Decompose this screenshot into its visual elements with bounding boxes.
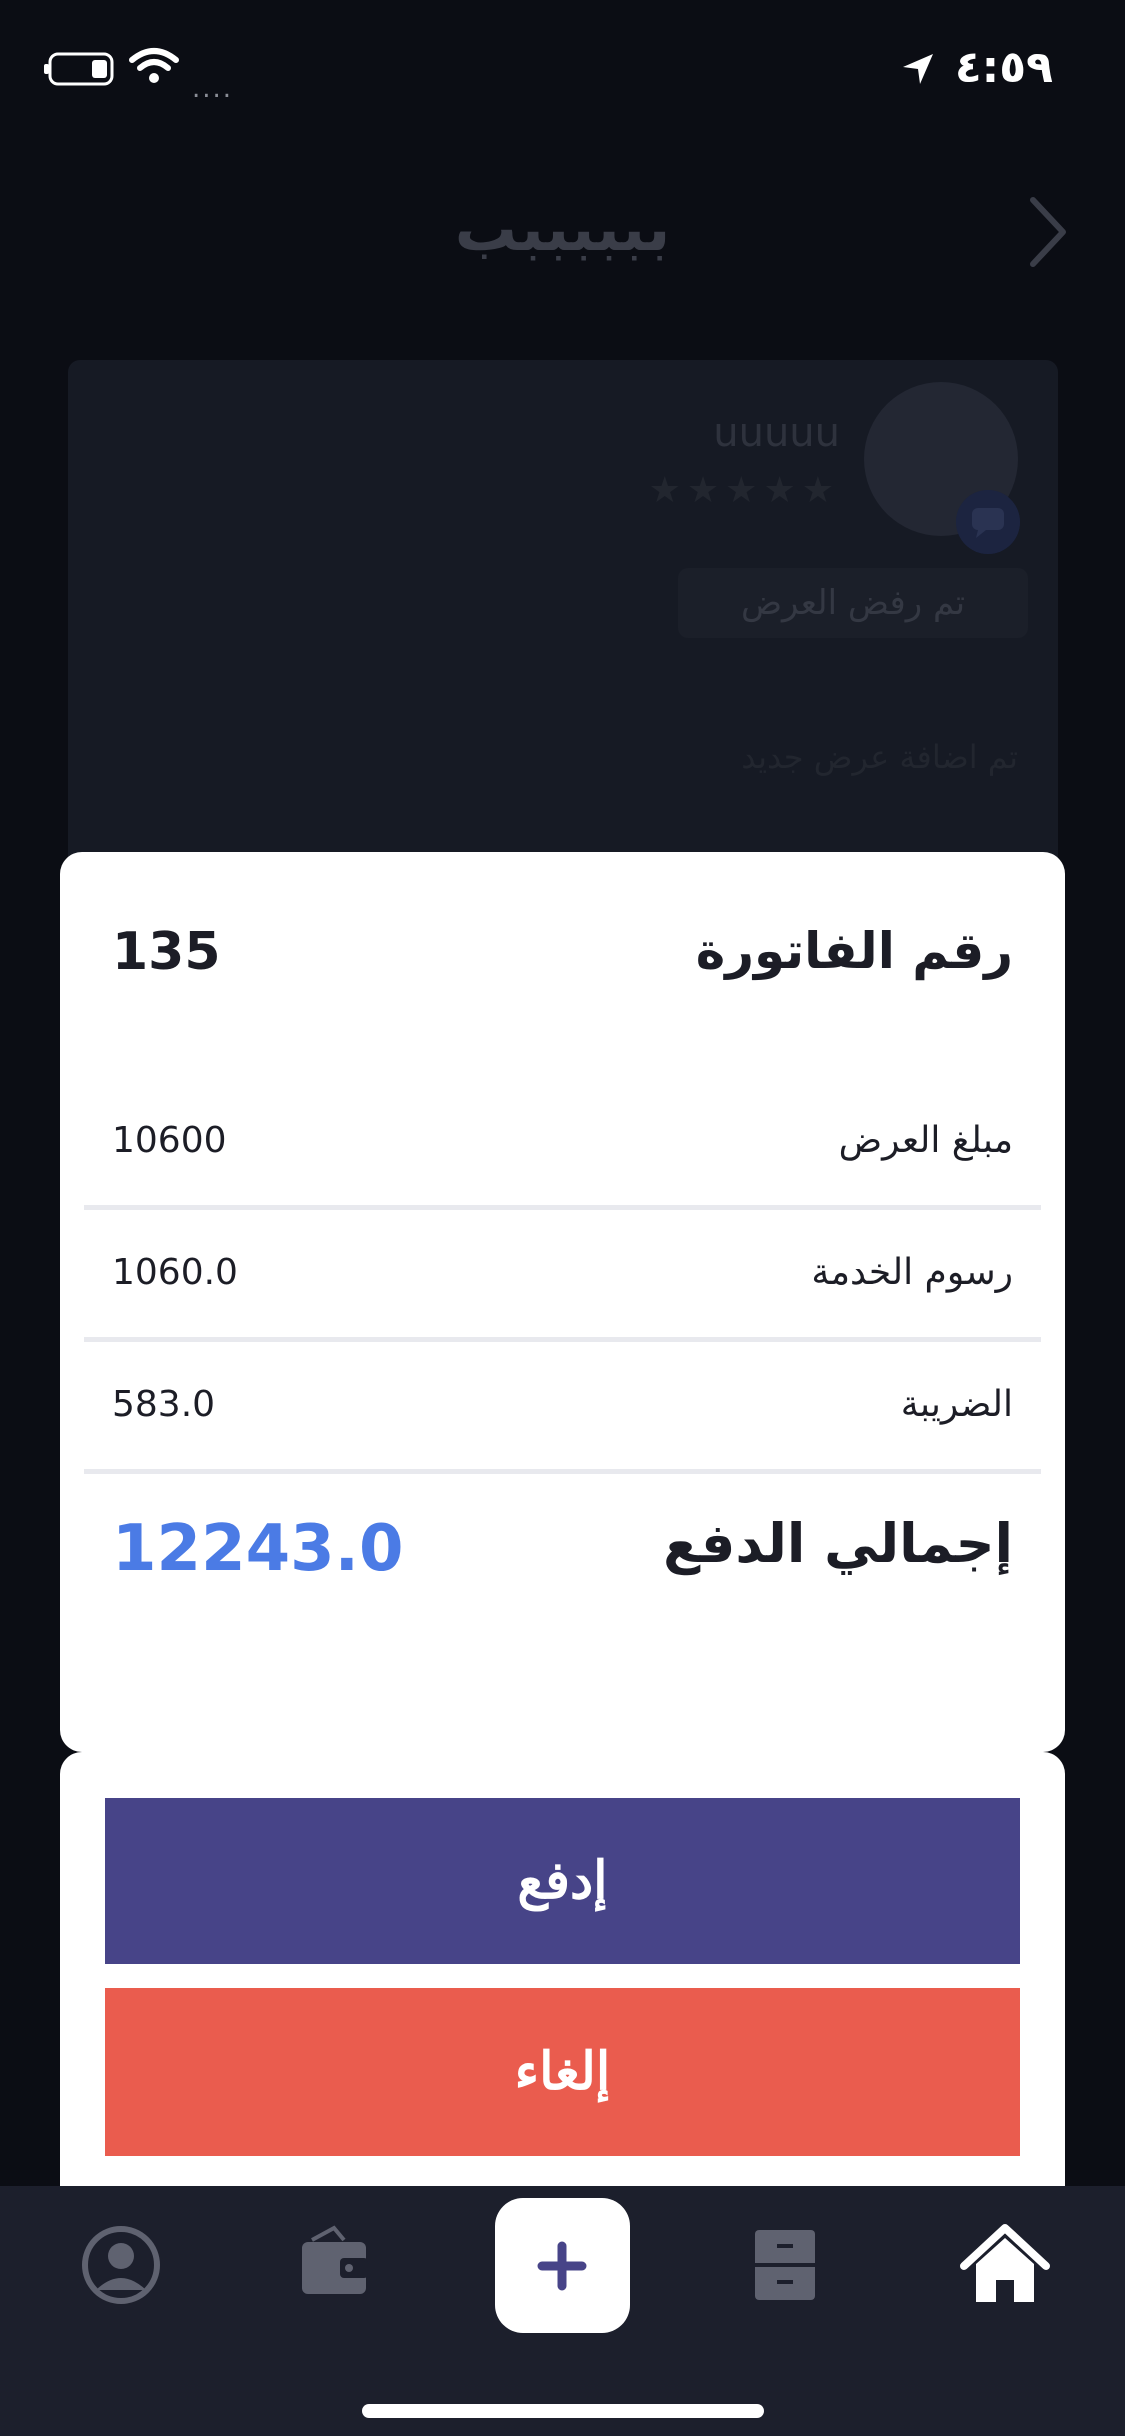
line-label: الضريبة: [900, 1384, 1013, 1425]
invoice-dialog: رقم الفاتورة 135 مبلغ العرض 10600 رسوم ا…: [60, 852, 1065, 1752]
page-header: ببببببب: [0, 170, 1125, 290]
line-value: 583.0: [112, 1384, 216, 1425]
signal-icon: ....: [192, 74, 234, 104]
home-icon[interactable]: [950, 2210, 1060, 2320]
line-label: رسوم الخدمة: [811, 1252, 1013, 1293]
rating-stars: ★★★★★: [648, 470, 840, 511]
profile-icon[interactable]: [66, 2210, 176, 2320]
chat-icon[interactable]: [956, 490, 1020, 554]
status-bar: .... ٤:٥٩: [0, 0, 1125, 140]
line-value: 1060.0: [112, 1252, 238, 1293]
offer-user-name: uuuuu: [713, 410, 840, 456]
cancel-button[interactable]: إلغاء: [105, 1988, 1020, 2156]
offer-note: تم اضافة عرض جديد: [741, 738, 1018, 776]
wifi-icon: [129, 48, 179, 83]
files-icon[interactable]: [730, 2210, 840, 2320]
pay-button[interactable]: إدفع: [105, 1798, 1020, 1964]
status-badge: تم رفض العرض: [678, 568, 1028, 638]
invoice-number-value: 135: [112, 922, 221, 982]
line-value: 10600: [112, 1120, 227, 1161]
total-row: إجمالي الدفع 12243.0: [60, 1512, 1065, 1612]
status-time: ٤:٥٩: [954, 42, 1053, 93]
chevron-right-icon[interactable]: [1023, 192, 1073, 272]
screen: .... ٤:٥٩ ببببببب uuuuu ★★★★★ تم رفض الع…: [0, 0, 1125, 2436]
location-arrow-icon: [903, 54, 933, 84]
total-value: 12243.0: [112, 1512, 404, 1586]
total-label: إجمالي الدفع: [663, 1512, 1013, 1575]
invoice-line: مبلغ العرض 10600: [84, 1078, 1041, 1210]
page-title: ببببببب: [454, 192, 671, 265]
invoice-line: الضريبة 583.0: [84, 1342, 1041, 1474]
battery-icon: [44, 52, 114, 86]
home-indicator: [362, 2404, 764, 2418]
add-button[interactable]: [495, 2198, 630, 2333]
invoice-number-label: رقم الفاتورة: [695, 922, 1013, 980]
plus-icon: [537, 2241, 587, 2291]
actions-sheet: إدفع إلغاء: [60, 1752, 1065, 2192]
invoice-header: رقم الفاتورة 135: [60, 922, 1065, 1002]
tab-bar: [0, 2186, 1125, 2436]
offer-card: uuuuu ★★★★★ تم رفض العرض تم اضافة عرض جد…: [68, 360, 1058, 920]
invoice-line: رسوم الخدمة 1060.0: [84, 1210, 1041, 1342]
line-label: مبلغ العرض: [838, 1120, 1013, 1161]
wallet-icon[interactable]: [282, 2210, 392, 2320]
